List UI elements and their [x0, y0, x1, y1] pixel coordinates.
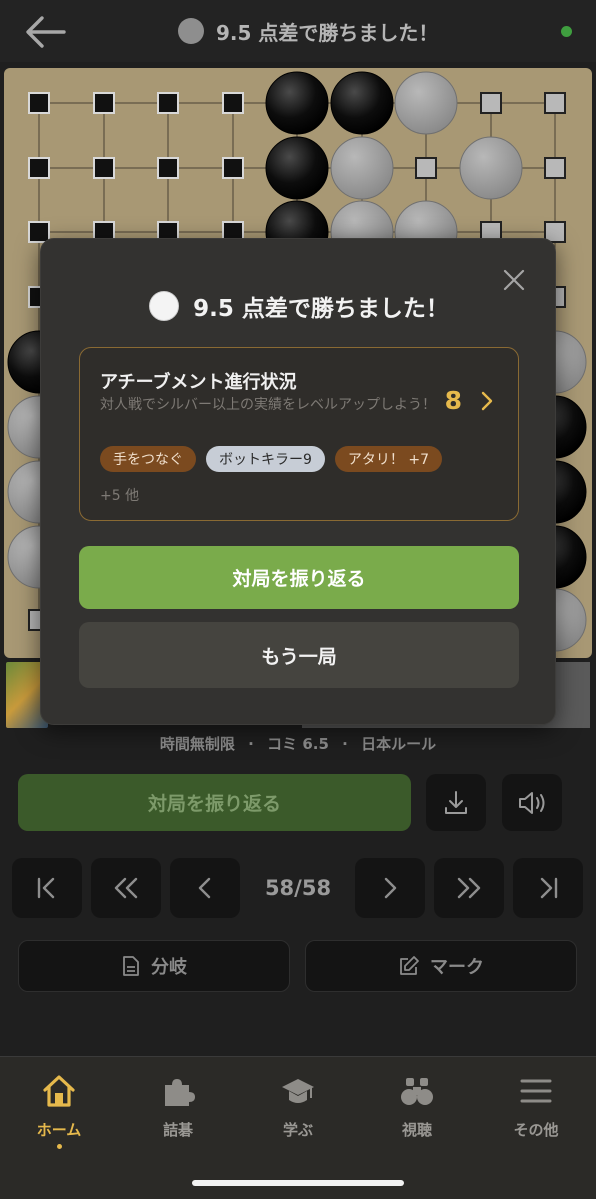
achievement-description: 対人戦でシルバー以上の実績をレベルアップしよう！ [100, 397, 436, 413]
white-territory-marker [480, 92, 502, 114]
home-icon [43, 1075, 75, 1107]
black-territory-marker [222, 157, 244, 179]
info-separator: · [342, 735, 348, 753]
black-territory-marker [28, 157, 50, 179]
black-stone [265, 71, 329, 135]
menu-icon [520, 1079, 552, 1103]
white-territory-marker [544, 157, 566, 179]
binoculars-icon [401, 1078, 433, 1105]
move-counter: 58/58 [264, 876, 332, 900]
back-ten-moves-button[interactable] [91, 858, 161, 918]
achievement-tag: 手をつなぐ [100, 446, 196, 472]
double-chevron-left-icon [114, 877, 138, 899]
achievement-tag: ボットキラー9 [206, 446, 325, 472]
next-move-button[interactable] [355, 858, 425, 918]
home-indicator [192, 1180, 404, 1186]
document-icon [123, 956, 139, 976]
komi: コミ 6.5 [267, 735, 329, 753]
previous-move-button[interactable] [170, 858, 240, 918]
review-game-button[interactable]: 対局を振り返る [18, 774, 411, 831]
result-title: 9.5 点差で勝ちました！ [41, 289, 557, 323]
connection-status-dot [561, 26, 572, 37]
black-territory-marker [157, 157, 179, 179]
mark-label: マーク [430, 957, 484, 978]
time-control: 時間無制限 [159, 735, 235, 753]
forward-ten-moves-button[interactable] [434, 858, 504, 918]
mark-button[interactable]: マーク [305, 940, 577, 992]
more-achievements: +5 他 [100, 488, 140, 504]
tab-watch-label: 視聴 [401, 1121, 432, 1139]
achievement-progress-card[interactable]: アチーブメント進行状況 対人戦でシルバー以上の実績をレベルアップしよう！ 8 手… [79, 347, 519, 521]
speaker-icon [519, 791, 545, 814]
achievement-count: 8 [444, 386, 462, 415]
skip-to-start-icon [37, 877, 55, 899]
sound-button[interactable] [502, 774, 562, 831]
white-stone [459, 136, 523, 200]
black-stone [265, 136, 329, 200]
play-again-button[interactable]: もう一局 [79, 622, 519, 688]
download-icon [445, 790, 467, 814]
white-stone-icon [149, 291, 180, 321]
branch-label: 分岐 [151, 957, 187, 978]
game-result-modal: 9.5 点差で勝ちました！ アチーブメント進行状況 対人戦でシルバー以上の実績を… [40, 238, 556, 725]
first-move-button[interactable] [12, 858, 82, 918]
white-territory-marker [415, 157, 437, 179]
black-territory-marker [157, 92, 179, 114]
puzzle-icon [165, 1079, 195, 1106]
double-chevron-right-icon [457, 877, 481, 899]
top-bar: 9.5 点差で勝ちました！ [0, 0, 596, 62]
back-arrow-icon[interactable] [22, 12, 68, 52]
achievement-heading: アチーブメント進行状況 [100, 372, 297, 393]
tab-watch[interactable]: 視聴 [372, 1073, 462, 1149]
result-title-text: 9.5 点差で勝ちました！ [193, 296, 449, 322]
black-territory-marker [93, 157, 115, 179]
download-button[interactable] [426, 774, 486, 831]
skip-to-end-icon [540, 877, 558, 899]
graduation-cap-icon [282, 1079, 314, 1103]
page-title: 9.5 点差で勝ちました！ [178, 16, 438, 46]
black-territory-marker [28, 92, 50, 114]
branch-button[interactable]: 分岐 [18, 940, 290, 992]
tab-more-label: その他 [513, 1121, 559, 1139]
achievement-tag: アタリ！ +7 [334, 446, 443, 472]
white-stone [394, 71, 458, 135]
white-stone [330, 136, 394, 200]
chevron-right-icon[interactable] [480, 390, 494, 412]
last-move-button[interactable] [513, 858, 583, 918]
chevron-right-icon [384, 877, 397, 899]
black-territory-marker [222, 92, 244, 114]
bottom-tab-bar: ホーム 詰碁 学ぶ 視聴 その他 [0, 1056, 596, 1199]
review-game-button[interactable]: 対局を振り返る [79, 546, 519, 609]
info-separator: · [248, 735, 254, 753]
achievement-tags: 手をつなぐ ボットキラー9 アタリ！ +7 [100, 446, 443, 472]
tab-home[interactable]: ホーム [14, 1073, 104, 1149]
game-settings-info: 時間無制限 · コミ 6.5 · 日本ルール [0, 733, 596, 754]
tab-learn-label: 学ぶ [282, 1121, 313, 1139]
tab-tsumego-label: 詰碁 [162, 1121, 193, 1139]
black-stone [330, 71, 394, 135]
active-tab-indicator [56, 1144, 62, 1149]
page-title-text: 9.5 点差で勝ちました！ [216, 20, 439, 45]
ruleset: 日本ルール [361, 735, 437, 753]
white-territory-marker [544, 92, 566, 114]
edit-icon [400, 956, 419, 975]
tab-learn[interactable]: 学ぶ [253, 1073, 343, 1149]
tab-home-label: ホーム [36, 1121, 82, 1139]
tab-more[interactable]: その他 [491, 1073, 581, 1149]
tab-tsumego[interactable]: 詰碁 [133, 1073, 223, 1149]
black-territory-marker [93, 92, 115, 114]
chevron-left-icon [198, 877, 211, 899]
white-stone-icon [178, 18, 204, 44]
